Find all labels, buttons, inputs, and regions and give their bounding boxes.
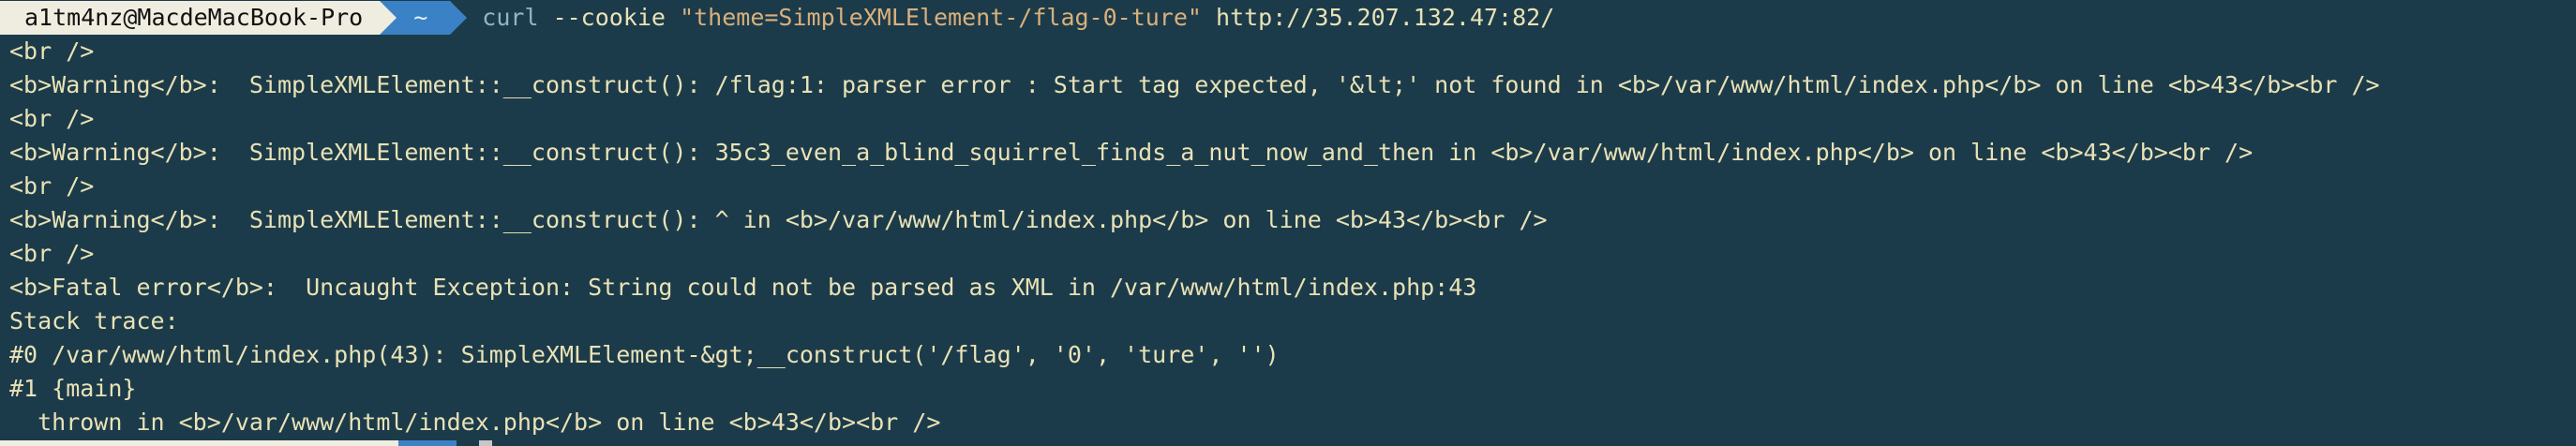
command-cookie-string: "theme=SimpleXMLElement-/flag-0-ture" xyxy=(680,4,1202,31)
next-prompt xyxy=(0,440,492,446)
output-line: <b>Fatal error</b>: Uncaught Exception: … xyxy=(9,274,1477,301)
output-line: thrown in <b>/var/www/html/index.php</b>… xyxy=(9,409,941,436)
output-line: #1 {main} xyxy=(9,375,137,402)
prompt-line: a1tm4nz@MacdeMacBook-Pro ~ curl --cookie… xyxy=(0,1,1554,35)
output-line: <br /> xyxy=(9,240,95,267)
output-line: <br /> xyxy=(9,37,95,65)
prompt-user-host: a1tm4nz@MacdeMacBook-Pro xyxy=(0,1,397,35)
command-url: http://35.207.132.47:82/ xyxy=(1216,4,1555,31)
terminal-window[interactable]: a1tm4nz@MacdeMacBook-Pro ~ curl --cookie… xyxy=(0,0,2576,446)
next-prompt-host-segment xyxy=(0,440,398,446)
output-line: <b>Warning</b>: SimpleXMLElement::__cons… xyxy=(9,71,2380,98)
output-line: <b>Warning</b>: SimpleXMLElement::__cons… xyxy=(9,206,1548,233)
output-line: #0 /var/www/html/index.php(43): SimpleXM… xyxy=(9,341,1280,368)
next-prompt-dir-segment xyxy=(398,440,457,446)
output-line: <b>Warning</b>: SimpleXMLElement::__cons… xyxy=(9,139,2254,166)
text-cursor[interactable] xyxy=(479,440,492,446)
command: curl --cookie "theme=SimpleXMLElement-/f… xyxy=(482,1,1554,35)
output-line: <br /> xyxy=(9,105,95,132)
command-option: --cookie xyxy=(552,4,666,31)
output-line: <br /> xyxy=(9,172,95,200)
command-name: curl xyxy=(482,4,539,31)
output-line: Stack trace: xyxy=(9,307,179,334)
